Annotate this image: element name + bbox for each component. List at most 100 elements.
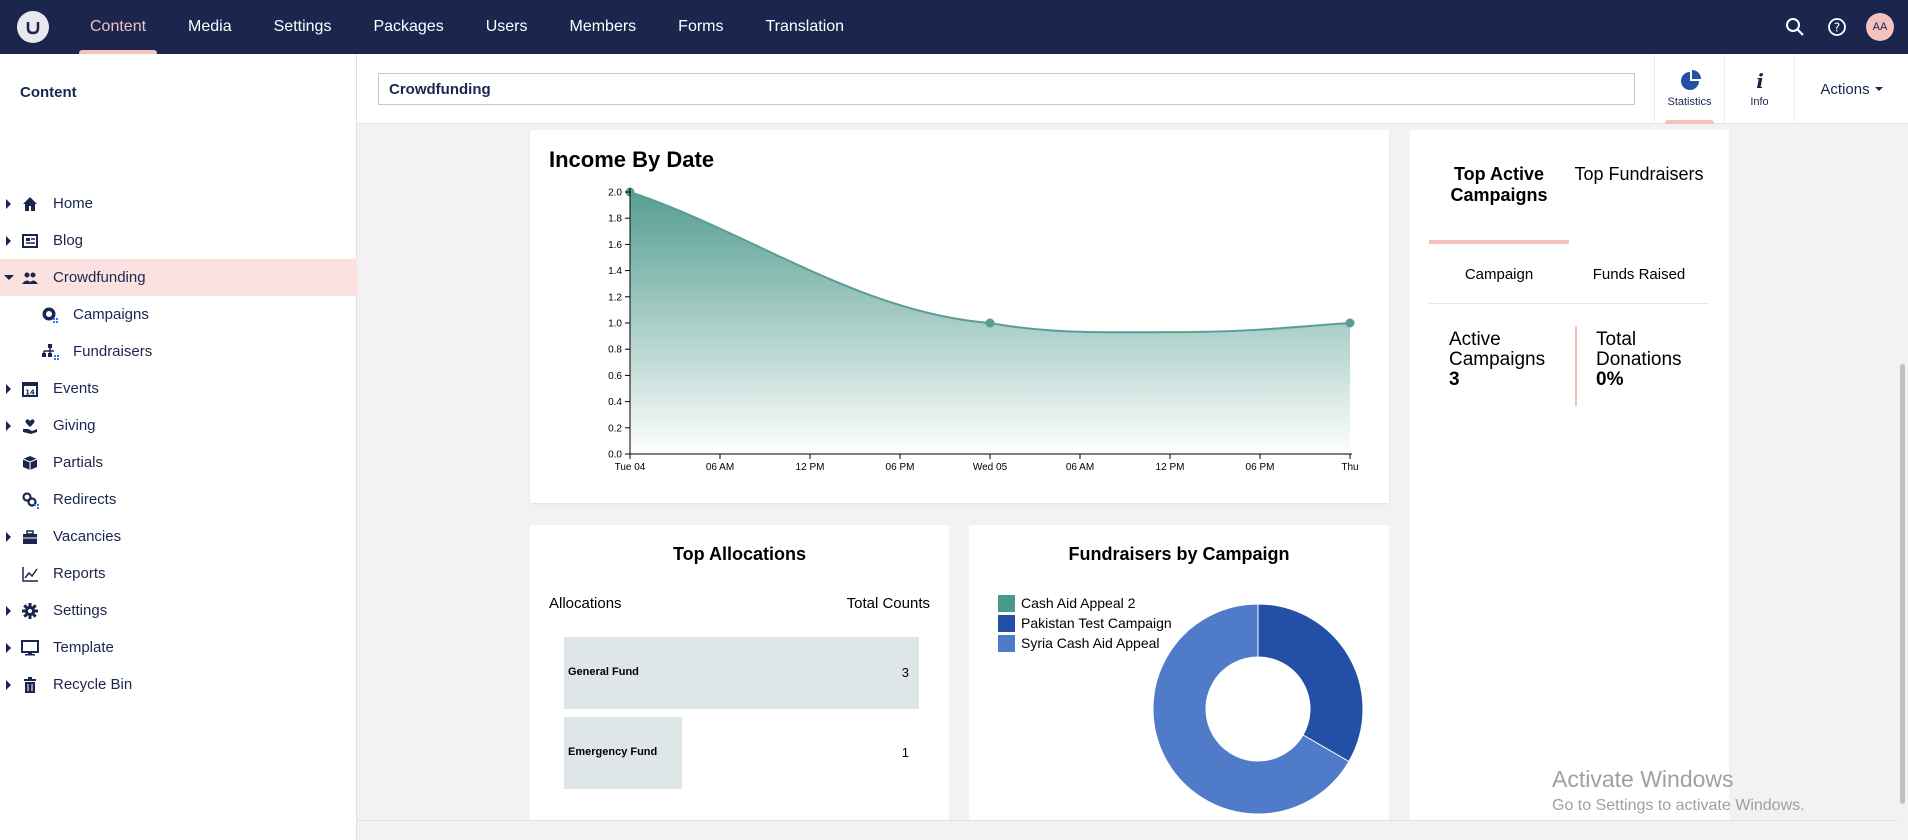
allocation-count: 1 [901,745,909,760]
section-tabs: Content Media Settings Packages Users Members… [69,0,865,54]
svg-text:?: ? [1834,21,1840,35]
tree-item-label: Campaigns [73,306,149,323]
tree-item-blog[interactable]: Blog [0,222,357,259]
sidebar-title: Content [20,84,77,101]
tree-item-label: Fundraisers [73,343,153,360]
gear-icon [22,603,38,619]
tree-item-fundraisers[interactable]: Fundraisers [0,333,357,370]
tab-packages[interactable]: Packages [352,0,464,54]
tree-item-events[interactable]: 14 Events [0,370,357,407]
y-tick-label: 0.6 [608,371,622,382]
windows-activation-watermark: Activate Windows Go to Settings to activ… [1552,766,1805,815]
y-tick-label: 0.8 [608,345,622,356]
hand-heart-icon [23,419,37,434]
top-navigation-bar: Content Media Settings Packages Users Members… [0,0,1908,54]
chart-line-icon [22,567,38,582]
app-statistics-button[interactable]: Statistics [1654,54,1724,124]
x-tick-label: 06 AM [1066,462,1094,473]
tree-item-crowdfunding[interactable]: Crowdfunding [0,259,357,296]
stat-total-donations: Total Donations 0% [1596,330,1716,390]
active-tab-indicator [1429,240,1569,244]
search-icon[interactable] [1782,14,1808,40]
caret-right-icon[interactable] [6,421,11,431]
stat-active-campaigns: Active Campaigns 3 [1449,330,1569,390]
tab-members[interactable]: Members [548,0,657,54]
tree-item-label: Events [53,380,99,397]
actions-button[interactable]: Actions [1794,54,1908,124]
monitor-icon [21,640,39,656]
y-tick-label: 1.8 [608,214,622,225]
svg-text:14: 14 [25,389,35,397]
tree-item-label: Recycle Bin [53,676,133,693]
caret-right-icon[interactable] [6,199,11,209]
sitemap-icon [42,344,59,360]
caret-right-icon[interactable] [6,643,11,653]
caret-right-icon[interactable] [6,384,11,394]
trash-icon [24,677,36,693]
tree-item-partials[interactable]: Partials [0,444,357,481]
tab-top-fundraisers[interactable]: Top Fundraisers [1569,164,1709,185]
actions-label: Actions [1820,80,1870,98]
tree-item-label: Home [53,195,94,212]
y-tick-label: 0.2 [608,423,622,434]
data-point [1345,318,1355,328]
allocations-header-name: Allocations [549,595,622,612]
y-tick-label: 1.6 [608,240,622,251]
newspaper-icon [22,234,38,248]
data-point [985,318,995,328]
income-area-chart: 2.0 1.8 1.6 1.4 1.2 1.0 0.8 0.6 0.4 0.2 0.0Tue 04 0… [608,187,1359,473]
allocation-count: 3 [901,665,909,680]
x-tick-label: 06 AM [706,462,734,473]
x-tick-label: 06 PM [1246,462,1275,473]
tree-item-campaigns[interactable]: Campaigns [0,296,357,333]
donut-slice[interactable] [1257,603,1364,763]
caret-right-icon[interactable] [6,606,11,616]
content-bottom-border [357,820,1898,821]
x-tick-label: Thu [1341,462,1358,473]
tree-item-home[interactable]: Home [0,185,357,222]
caret-right-icon[interactable] [6,532,11,542]
fundraisers-donut-chart [1152,603,1364,815]
app-info-button[interactable]: i Info [1724,54,1794,124]
tab-media[interactable]: Media [167,0,253,54]
app-info-label: Info [1750,96,1769,108]
allocations-title: Top Allocations [673,544,806,564]
caret-right-icon[interactable] [6,236,11,246]
tab-settings[interactable]: Settings [253,0,353,54]
content-tree-sidebar: Content Home Blog Crowdfunding Campaigns Fun… [0,54,357,840]
tree-item-label: Redirects [53,491,117,508]
caret-right-icon[interactable] [6,680,11,690]
scrollbar[interactable] [1898,124,1908,824]
tab-forms[interactable]: Forms [657,0,744,54]
fundraisers-by-campaign-panel: Fundraisers by Campaign Cash Aid Appeal … [969,525,1389,820]
tab-users[interactable]: Users [465,0,549,54]
tab-top-active-campaigns[interactable]: Top Active Campaigns [1429,164,1569,206]
tab-translation[interactable]: Translation [745,0,866,54]
tree-item-vacancies[interactable]: Vacancies [0,518,357,555]
scrollbar-thumb[interactable] [1900,364,1905,804]
top-allocations-panel: Top Allocations Allocations Total Counts… [530,525,949,820]
user-avatar[interactable]: AA [1866,13,1894,41]
globe-icon [42,307,58,323]
tree-item-reports[interactable]: Reports [0,555,357,592]
tree-item-recycle-bin[interactable]: Recycle Bin [0,666,357,703]
caret-down-icon[interactable] [4,275,14,280]
x-tick-label: Tue 04 [615,462,646,473]
tree-item-template[interactable]: Template [0,629,357,666]
help-icon[interactable]: ? [1824,14,1850,40]
tree-item-redirects[interactable]: Redirects [0,481,357,518]
tree-item-settings[interactable]: Settings [0,592,357,629]
tree-item-giving[interactable]: Giving [0,407,357,444]
allocation-name: Emergency Fund [568,746,658,758]
umbraco-logo-icon[interactable] [17,11,49,43]
box-icon [22,456,38,470]
y-tick-label: 1.2 [608,292,622,303]
stat-divider [1575,326,1577,406]
top-active-panel: Top Active Campaigns Top Fundraisers Cam… [1410,130,1729,820]
stat-total-donations-label: Total Donations [1596,329,1682,370]
x-tick-label: 12 PM [796,462,825,473]
tree-item-label: Vacancies [53,528,122,545]
y-tick-label: 0.0 [608,450,622,461]
node-name-input[interactable] [378,73,1635,105]
tab-content[interactable]: Content [69,0,167,54]
